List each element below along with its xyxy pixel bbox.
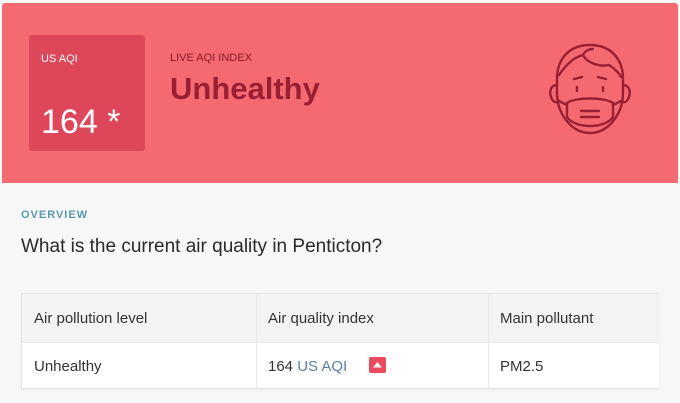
column-divider: [488, 294, 489, 388]
aqi-banner: US AQI 164 * LIVE AQI INDEX Unhealthy: [2, 3, 678, 183]
arrow-up-icon: [369, 357, 386, 373]
live-aqi-label: LIVE AQI INDEX: [170, 52, 252, 64]
aqi-status-title: Unhealthy: [170, 71, 320, 106]
cell-aqi-unit: US AQI: [297, 358, 348, 375]
header-main-pollutant: Main pollutant: [500, 310, 594, 327]
aqi-value-box: US AQI 164 *: [29, 35, 145, 151]
cell-aqi: 164 US AQI: [268, 358, 347, 375]
aqi-summary-table: Air pollution level Air quality index Ma…: [21, 293, 659, 389]
column-divider: [256, 294, 257, 388]
header-air-quality-index: Air quality index: [268, 310, 374, 327]
cell-main-pollutant: PM2.5: [500, 358, 544, 375]
page-question: What is the current air quality in Penti…: [21, 236, 383, 257]
aqi-label: US AQI: [41, 53, 78, 65]
header-pollution-level: Air pollution level: [34, 310, 148, 327]
overview-label: OVERVIEW: [21, 209, 89, 221]
aqi-value: 164 *: [41, 103, 121, 141]
cell-pollution-level: Unhealthy: [34, 358, 102, 375]
cell-aqi-number: 164: [268, 358, 294, 375]
face-mask-icon: [547, 41, 633, 141]
